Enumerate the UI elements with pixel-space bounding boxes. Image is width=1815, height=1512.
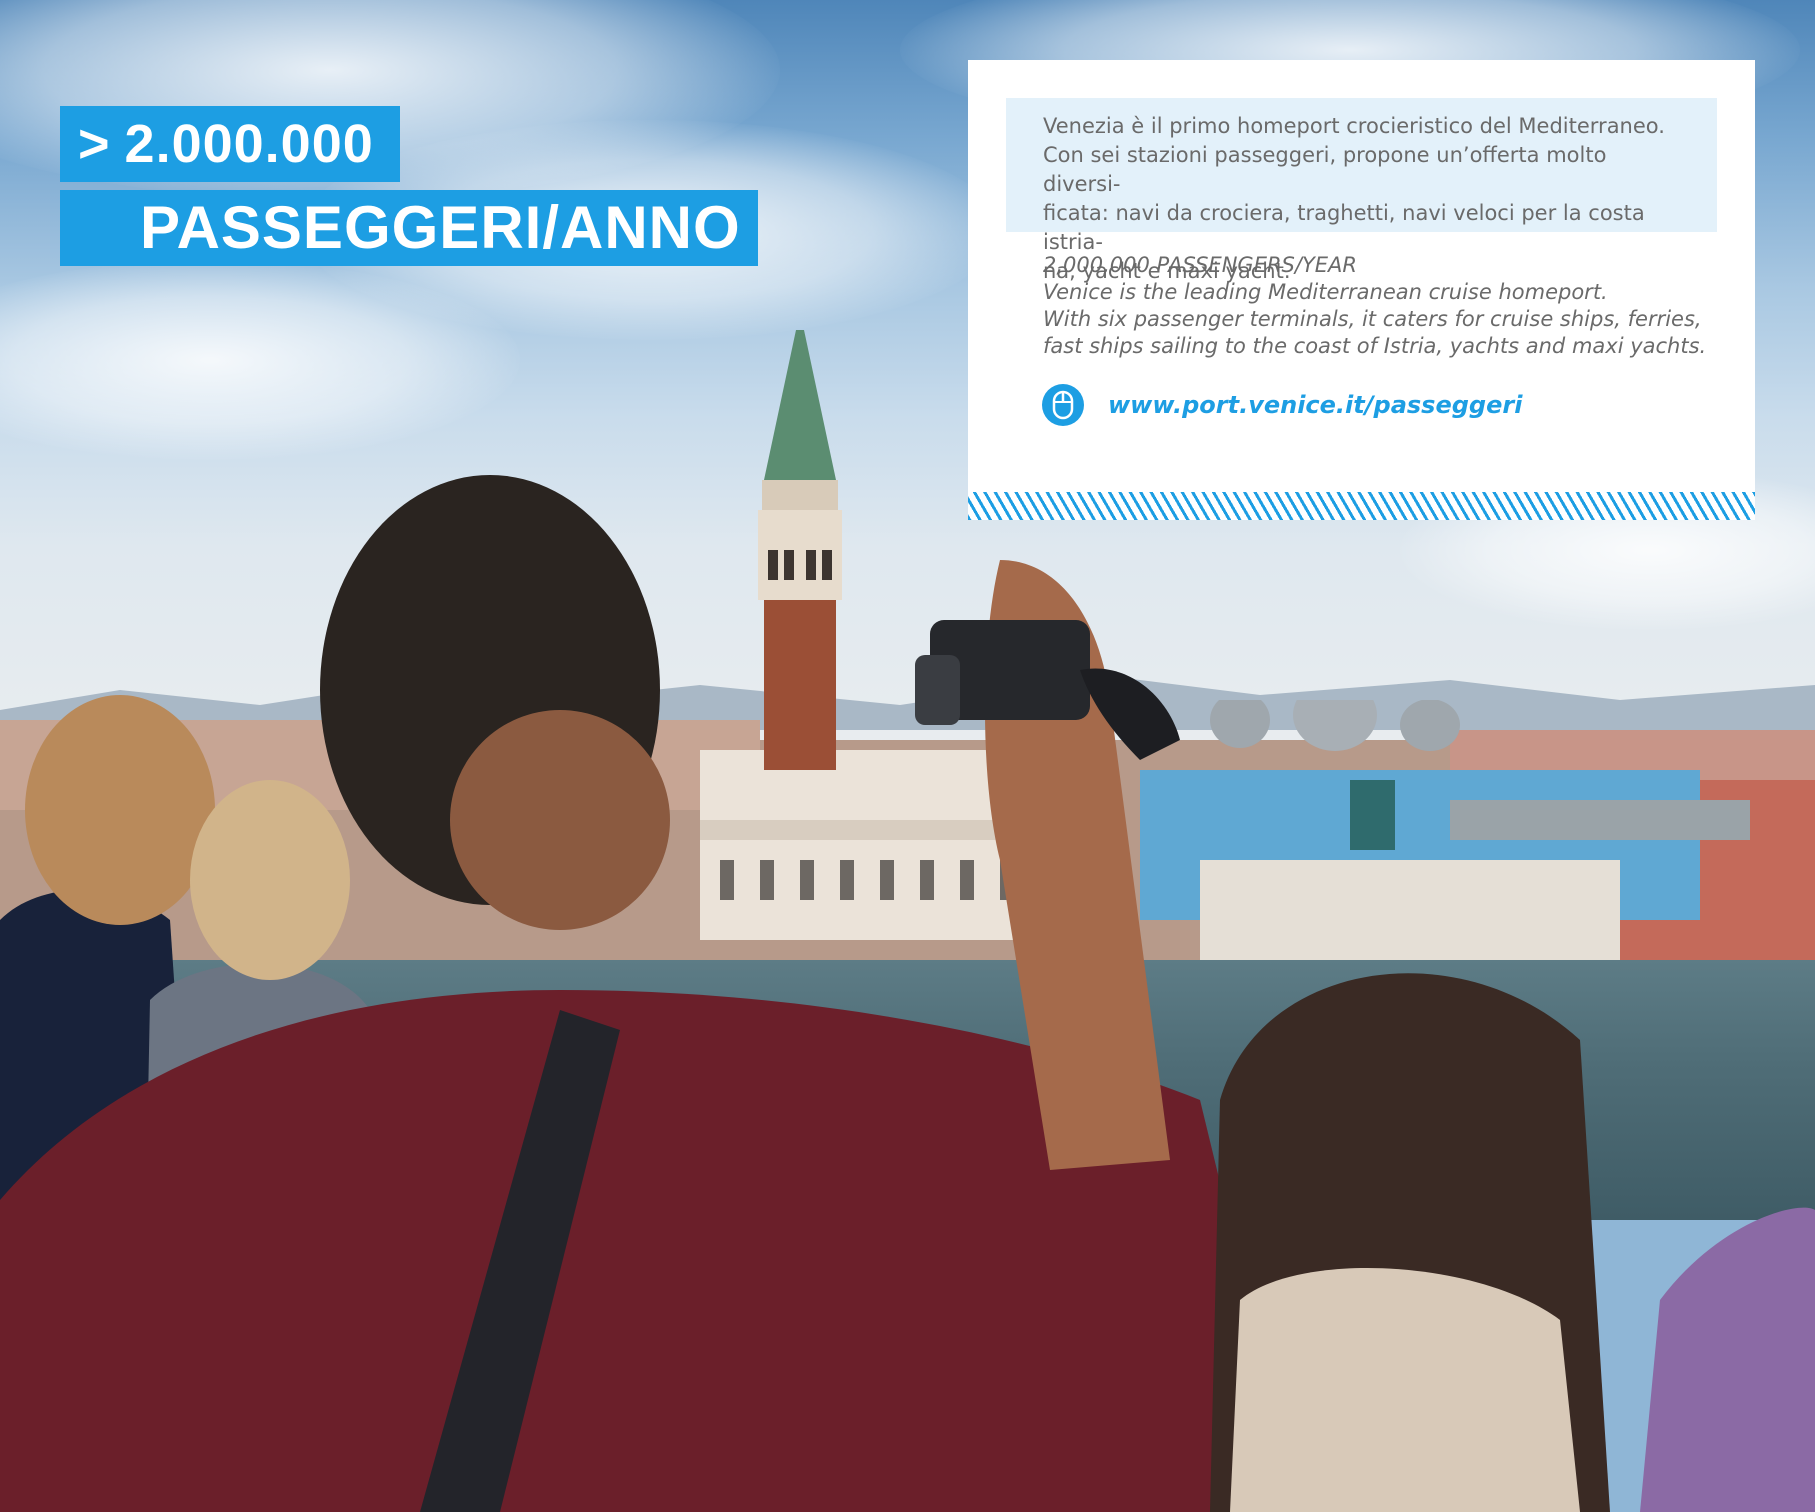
stat-number-box: >2.000.000	[60, 106, 400, 182]
stat-label: PASSEGGERI/ANNO	[60, 190, 758, 266]
english-line: fast ships sailing to the coast of Istri…	[1043, 334, 1707, 358]
english-heading: 2,000,000 PASSENGERS/YEAR	[1043, 253, 1358, 277]
english-line: With six passenger terminals, it caters …	[1043, 307, 1702, 331]
english-line: Venice is the leading Mediterranean crui…	[1043, 280, 1608, 304]
passenger-stat-headline: >2.000.000 PASSEGGERI/ANNO	[60, 106, 758, 266]
info-panel: Venezia è il primo homeport crocieristic…	[968, 60, 1755, 520]
hatch-stripe-decoration	[968, 492, 1755, 520]
greater-than-sign: >	[78, 114, 111, 174]
website-link[interactable]: www.port.venice.it/passeggeri	[1108, 391, 1522, 419]
mouse-icon	[1042, 384, 1084, 426]
italian-description: Venezia è il primo homeport crocieristic…	[1006, 98, 1717, 283]
english-description: 2,000,000 PASSENGERS/YEAR Venice is the …	[1006, 232, 1717, 360]
website-link-row[interactable]: www.port.venice.it/passeggeri	[1006, 360, 1717, 426]
italian-line: Con sei stazioni passeggeri, propone un’…	[1043, 143, 1607, 196]
italian-line: Venezia è il primo homeport crocieristic…	[1043, 114, 1665, 138]
stat-number: 2.000.000	[124, 114, 374, 174]
